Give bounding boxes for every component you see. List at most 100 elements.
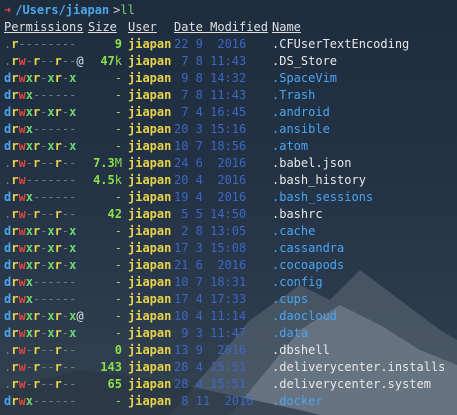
user-cell: jiapan: [128, 360, 172, 374]
listing-row[interactable]: drwxr-xr-x - jiapan 2 8 13:05 .cache: [4, 223, 453, 240]
directory-name[interactable]: .cocoapods: [272, 257, 344, 274]
directory-name[interactable]: .Trash: [272, 87, 315, 104]
file-name[interactable]: .CFUserTextEncoding: [272, 36, 409, 53]
listing-row[interactable]: drwx------ - jiapan 8 11 2016 .docker: [4, 393, 453, 410]
directory-name[interactable]: .cups: [272, 291, 308, 308]
user-cell: jiapan: [128, 343, 172, 357]
directory-name[interactable]: .data: [272, 325, 308, 342]
size-cell: 47k: [100, 54, 122, 68]
directory-name[interactable]: .bash_sessions: [272, 189, 373, 206]
user-cell: jiapan: [128, 377, 172, 391]
listing-header: Permissions Size User Date Modified Name: [4, 19, 453, 36]
date-cell: 7 8 11:43: [174, 88, 247, 102]
date-cell: 20 3 15:16: [174, 122, 247, 136]
listing-row[interactable]: .rw-r--r-- 42 jiapan 5 5 14:50 .bashrc: [4, 206, 453, 223]
listing-row[interactable]: .rw-r--r-- 143 jiapan 28 4 15:51 .deliveryce…: [4, 359, 453, 376]
directory-name[interactable]: .daocloud: [272, 308, 337, 325]
date-cell: 19 4 2016: [174, 190, 247, 204]
date-cell: 7 4 16:45: [174, 105, 247, 119]
permissions-cell: drwx------: [4, 190, 77, 204]
listing-row[interactable]: drwxr-xr-x - jiapan 9 8 14:32 .SpaceVim: [4, 70, 453, 87]
header-date-modified: Date Modified: [174, 20, 268, 34]
directory-name[interactable]: .docker: [272, 393, 323, 410]
size-cell: -: [114, 292, 122, 306]
size-cell: -: [114, 394, 122, 408]
current-directory: /Users/jiapan: [15, 3, 110, 17]
listing-row[interactable]: .r-------- 9 jiapan 22 9 2016 .CFUserTextEnc…: [4, 36, 453, 53]
listing-row[interactable]: drwx------ - jiapan 20 3 15:16 .ansible: [4, 121, 453, 138]
size-cell: -: [114, 105, 122, 119]
permissions-cell: drwx------: [4, 122, 77, 136]
size-cell: -: [114, 258, 122, 272]
shell-prompt: ➜ /Users/jiapan >ll: [4, 2, 453, 19]
listing-row[interactable]: drwx------ - jiapan 17 4 17:33 .cups: [4, 291, 453, 308]
terminal-window[interactable]: ➜ /Users/jiapan >ll Permissions Size Use…: [0, 0, 457, 415]
file-listing: .r-------- 9 jiapan 22 9 2016 .CFUserTextEnc…: [4, 36, 453, 410]
size-cell: -: [114, 241, 122, 255]
date-cell: 9 8 14:32: [174, 71, 247, 85]
user-cell: jiapan: [128, 309, 172, 323]
user-cell: jiapan: [128, 139, 172, 153]
user-cell: jiapan: [128, 122, 172, 136]
listing-row[interactable]: drwxr-xr-x@ - jiapan 10 4 11:14 .daocloud: [4, 308, 453, 325]
header-user: User: [128, 20, 157, 34]
permissions-cell: drwxr-xr-x: [4, 139, 77, 153]
listing-row[interactable]: .rw------- 4.5k jiapan 20 4 2016 .bash_histo…: [4, 172, 453, 189]
file-name[interactable]: .bashrc: [272, 206, 323, 223]
size-cell: -: [114, 88, 122, 102]
listing-row[interactable]: drwxr-xr-x - jiapan 17 3 15:08 .cassandra: [4, 240, 453, 257]
user-cell: jiapan: [128, 326, 172, 340]
directory-name[interactable]: .cassandra: [272, 240, 344, 257]
size-cell: -: [114, 139, 122, 153]
size-cell: 7.3M: [93, 156, 122, 170]
permissions-cell: drwxr-xr-x: [4, 241, 77, 255]
user-cell: jiapan: [128, 54, 172, 68]
directory-name[interactable]: .cache: [272, 223, 315, 240]
listing-row[interactable]: drwxr-xr-x - jiapan 21 6 2016 .cocoapods: [4, 257, 453, 274]
permissions-cell: drwxr-xr-x: [4, 71, 77, 85]
listing-row[interactable]: drwx------ - jiapan 19 4 2016 .bash_sessions: [4, 189, 453, 206]
listing-row[interactable]: drwxr-xr-x - jiapan 10 7 18:56 .atom: [4, 138, 453, 155]
file-name[interactable]: .bash_history: [272, 172, 366, 189]
file-name[interactable]: .babel.json: [272, 155, 351, 172]
size-cell: 4.5k: [93, 173, 122, 187]
directory-name[interactable]: .atom: [272, 138, 308, 155]
listing-row[interactable]: .rw-r--r--@ 47k jiapan 7 8 11:43 .DS_Store: [4, 53, 453, 70]
date-cell: 10 7 18:31: [174, 275, 247, 289]
size-cell: -: [114, 71, 122, 85]
user-cell: jiapan: [128, 173, 172, 187]
size-cell: -: [114, 309, 122, 323]
directory-name[interactable]: .config: [272, 274, 323, 291]
listing-row[interactable]: .rw-r--r-- 65 jiapan 28 4 15:51 .deliverycen…: [4, 376, 453, 393]
listing-row[interactable]: .rw-r--r-- 0 jiapan 13 9 2016 .dbshell: [4, 342, 453, 359]
listing-row[interactable]: .rw-r--r-- 7.3M jiapan 24 6 2016 .babel.json: [4, 155, 453, 172]
date-cell: 28 4 15:51: [174, 360, 247, 374]
date-cell: 13 9 2016: [174, 343, 247, 357]
listing-row[interactable]: drwx------ - jiapan 7 8 11:43 .Trash: [4, 87, 453, 104]
date-cell: 28 4 15:51: [174, 377, 247, 391]
permissions-cell: .rw-------: [4, 173, 77, 187]
date-cell: 10 4 11:14: [174, 309, 247, 323]
permissions-cell: drwx------: [4, 292, 77, 306]
directory-name[interactable]: .android: [272, 104, 330, 121]
file-name[interactable]: .deliverycenter.system: [272, 376, 431, 393]
user-cell: jiapan: [128, 71, 172, 85]
listing-row[interactable]: drwx------ - jiapan 10 7 18:31 .config: [4, 274, 453, 291]
command-line: >ll: [113, 2, 135, 19]
user-cell: jiapan: [128, 88, 172, 102]
permissions-cell: .r--------: [4, 37, 77, 51]
file-name[interactable]: .deliverycenter.installs: [272, 359, 445, 376]
user-cell: jiapan: [128, 275, 172, 289]
directory-name[interactable]: .SpaceVim: [272, 70, 337, 87]
permissions-cell: drwx------: [4, 88, 77, 102]
file-name[interactable]: .DS_Store: [272, 53, 337, 70]
user-cell: jiapan: [128, 156, 172, 170]
listing-row[interactable]: drwxr-xr-x - jiapan 7 4 16:45 .android: [4, 104, 453, 121]
user-cell: jiapan: [128, 241, 172, 255]
directory-name[interactable]: .ansible: [272, 121, 330, 138]
file-name[interactable]: .dbshell: [272, 342, 330, 359]
listing-row[interactable]: drwxr-xr-x - jiapan 9 3 11:47 .data: [4, 325, 453, 342]
user-cell: jiapan: [128, 37, 172, 51]
header-permissions: Permissions: [4, 20, 84, 34]
user-cell: jiapan: [128, 394, 172, 408]
